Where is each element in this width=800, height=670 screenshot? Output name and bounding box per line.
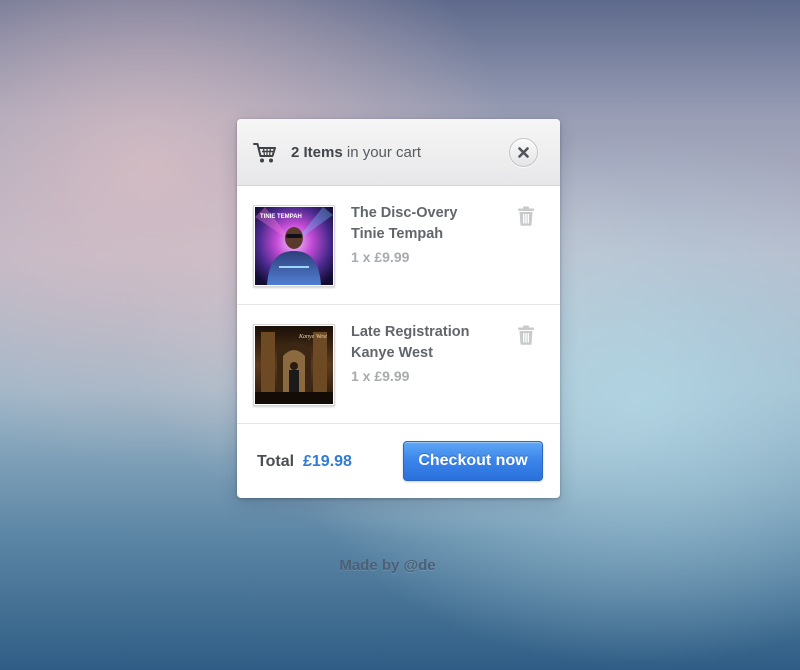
cart-title: 2 Items in your cart bbox=[291, 144, 421, 161]
album-cover-kanye-west: Kanye West bbox=[253, 324, 335, 406]
item-artist: Tinie Tempah bbox=[351, 226, 444, 242]
cart-item: Kanye West Late Registration Kanye West … bbox=[237, 306, 560, 424]
total-value: £19.98 bbox=[303, 453, 352, 470]
item-details: The Disc-Overy Tinie Tempah bbox=[351, 203, 457, 245]
checkout-button[interactable]: Checkout now bbox=[403, 441, 543, 481]
item-details: Late Registration Kanye West bbox=[351, 322, 469, 364]
cart-panel: 2 Items in your cart TINIE TEMPAH The Di… bbox=[237, 119, 560, 498]
item-artist: Kanye West bbox=[351, 345, 433, 361]
item-title: The Disc-Overy bbox=[351, 205, 458, 221]
album-cover-tinie-tempah: TINIE TEMPAH bbox=[253, 205, 335, 287]
close-icon bbox=[518, 147, 529, 158]
item-quantity-price: 1 x £9.99 bbox=[351, 368, 410, 384]
cart-item: TINIE TEMPAH The Disc-Overy Tinie Tempah… bbox=[237, 187, 560, 305]
item-title: Late Registration bbox=[351, 324, 470, 340]
cart-footer: Total £19.98 Checkout now bbox=[237, 425, 560, 498]
total-label: Total bbox=[257, 453, 295, 470]
shopping-cart-icon bbox=[253, 143, 276, 163]
close-button[interactable] bbox=[509, 138, 538, 167]
trash-icon[interactable] bbox=[517, 206, 535, 226]
item-quantity-price: 1 x £9.99 bbox=[351, 249, 410, 265]
album-cover-text: TINIE TEMPAH bbox=[260, 214, 302, 220]
credit-text: Made by @de bbox=[339, 557, 436, 574]
cart-title-suffix: in your cart bbox=[342, 144, 422, 161]
album-cover-text: Kanye West bbox=[298, 334, 327, 340]
trash-icon[interactable] bbox=[517, 325, 535, 345]
cart-header: 2 Items in your cart bbox=[237, 119, 560, 186]
cart-item-count: 2 Items bbox=[291, 144, 343, 161]
